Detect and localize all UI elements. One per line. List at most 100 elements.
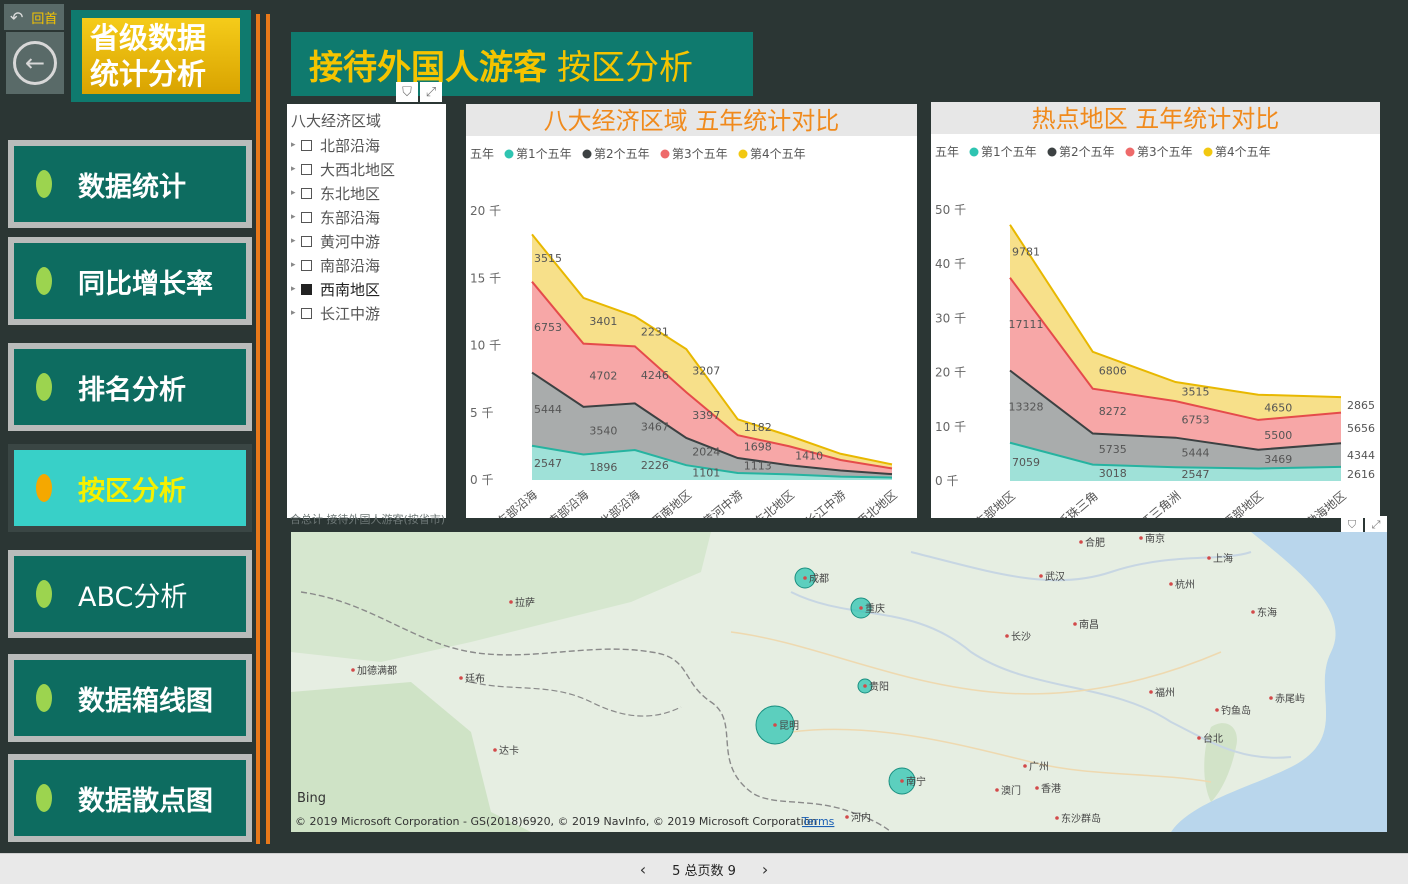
legend-marker xyxy=(504,149,514,159)
legend-entry[interactable]: 第1个五年 xyxy=(981,145,1037,159)
city-dot xyxy=(509,600,513,604)
checkbox[interactable] xyxy=(301,187,312,199)
next-page-icon[interactable]: › xyxy=(762,860,768,879)
city-label: 南京 xyxy=(1145,532,1165,545)
report-canvas: { "nav": { "back_label": "回首", "province… xyxy=(0,0,1408,884)
data-label: 9781 xyxy=(1012,245,1040,258)
checkbox[interactable] xyxy=(301,211,312,223)
nav-item-yoy-growth[interactable]: 同比增长率 xyxy=(8,237,252,325)
nav-item-scatter[interactable]: 数据散点图 xyxy=(8,754,252,842)
checkbox[interactable] xyxy=(301,163,312,175)
slicer-item[interactable]: ▸ 西南地区 xyxy=(287,277,446,301)
y-tick-label: 15 千 xyxy=(470,271,501,285)
bubble-map[interactable]: 成都 重庆 贵阳 昆明 南宁 拉萨 加德满都 廷布 达卡 合肥 南京 上海 武汉 杭州 长沙 南昌 福州 广州 澳门… xyxy=(291,532,1387,832)
city-dot xyxy=(1023,764,1027,768)
city-dot xyxy=(493,748,497,752)
slicer-item-label: 东北地区 xyxy=(320,184,381,203)
slicer-item-label: 南部沿海 xyxy=(320,256,381,275)
area-chart-svg[interactable]: 五年 第1个五年 第2个五年 第3个五年 第4个五年 0 千 10 千 20 千 30 千 40 … xyxy=(931,134,1380,518)
legend-entry[interactable]: 第3个五年 xyxy=(1137,145,1193,159)
expand-caret-icon[interactable]: ▸ xyxy=(291,212,301,222)
checkbox[interactable] xyxy=(301,283,312,295)
city-dot xyxy=(1169,582,1173,586)
legend-marker xyxy=(738,149,748,159)
chart-title: 热点地区 五年统计对比 xyxy=(931,102,1380,134)
data-label: 2547 xyxy=(1182,468,1210,481)
legend-entry[interactable]: 第1个五年 xyxy=(516,147,572,161)
slicer-item[interactable]: ▸ 南部沿海 xyxy=(287,253,446,277)
slicer-item[interactable]: ▸ 东北地区 xyxy=(287,181,446,205)
expand-caret-icon[interactable]: ▸ xyxy=(291,284,301,294)
focus-mode-icon[interactable]: ⤢ xyxy=(420,82,442,102)
back-home-label: 回首 xyxy=(31,11,58,27)
expand-caret-icon[interactable]: ▸ xyxy=(291,308,301,318)
x-tick-label: 长江中游 xyxy=(802,487,848,518)
slicer-item[interactable]: ▸ 黄河中游 xyxy=(287,229,446,253)
checkbox[interactable] xyxy=(301,307,312,319)
city-dot xyxy=(845,815,849,819)
data-label: 3515 xyxy=(534,252,562,265)
legend-marker xyxy=(1047,147,1057,157)
region-slicer: 八大经济区域 ▸ 北部沿海 ▸ 大西北地区 ▸ 东北地区 ▸ 东部沿海 ▸ 黄河中游 ▸ 南部沿海 ▸ 西… xyxy=(287,104,446,518)
checkbox[interactable] xyxy=(301,235,312,247)
checkbox[interactable] xyxy=(301,259,312,271)
data-label: 4344 xyxy=(1347,449,1375,462)
slicer-item[interactable]: ▸ 大西北地区 xyxy=(287,157,446,181)
province-title-tile[interactable]: 省级数据统计分析 xyxy=(71,10,251,102)
city-label: 东沙群岛 xyxy=(1061,812,1101,825)
city-dot xyxy=(900,779,904,783)
nav-item-abc[interactable]: ABC分析 xyxy=(8,550,252,638)
legend-entry[interactable]: 第2个五年 xyxy=(594,147,650,161)
legend-marker xyxy=(1125,147,1135,157)
divider-line xyxy=(256,14,260,844)
nav-item-data-stats[interactable]: 数据统计 xyxy=(8,140,252,228)
slicer-item[interactable]: ▸ 北部沿海 xyxy=(287,133,446,157)
area-chart-svg[interactable]: 五年 第1个五年 第2个五年 第3个五年 第4个五年 0 千 5 千 10 千 15 千 20 千… xyxy=(466,136,917,518)
nav-item-ranking[interactable]: 排名分析 xyxy=(8,343,252,431)
legend-entry[interactable]: 第4个五年 xyxy=(750,147,806,161)
city-dot xyxy=(1251,610,1255,614)
city-label: 武汉 xyxy=(1045,570,1065,583)
city-dot xyxy=(1139,536,1143,540)
data-label: 6753 xyxy=(1182,413,1210,426)
expand-caret-icon[interactable]: ▸ xyxy=(291,140,301,150)
back-button[interactable]: ← xyxy=(6,32,64,94)
slicer-item[interactable]: ▸ 长江中游 xyxy=(287,301,446,325)
slicer-item[interactable]: ▸ 东部沿海 xyxy=(287,205,446,229)
x-tick-label: 东部沿海 xyxy=(494,487,540,518)
city-dot xyxy=(459,676,463,680)
y-tick-label: 10 千 xyxy=(470,339,501,353)
city-dot xyxy=(1207,556,1211,560)
y-tick-label: 20 千 xyxy=(935,366,966,380)
data-label: 1698 xyxy=(744,441,772,454)
page-title-sub: 按区分析 xyxy=(557,47,693,88)
nav-item-boxplot[interactable]: 数据箱线图 xyxy=(8,654,252,742)
slicer-title: 八大经济区域 xyxy=(291,112,382,130)
map-svg[interactable]: 成都重庆贵阳昆明南宁 拉萨加德满都廷布达卡 合肥 南京上海武汉杭州长沙 南昌福州广州澳门… xyxy=(291,532,1387,832)
back-home-button[interactable]: ↶ 回首 xyxy=(4,4,64,30)
slicer-item-label: 长江中游 xyxy=(320,304,381,323)
prev-page-icon[interactable]: ‹ xyxy=(640,860,646,879)
expand-caret-icon[interactable]: ▸ xyxy=(291,260,301,270)
legend-entry[interactable]: 第3个五年 xyxy=(672,147,728,161)
expand-caret-icon[interactable]: ▸ xyxy=(291,236,301,246)
slicer-item-label: 北部沿海 xyxy=(320,136,381,155)
data-label: 2616 xyxy=(1347,468,1375,481)
filter-icon[interactable]: ⛉ xyxy=(396,82,418,102)
x-tick-label: 泛珠三角 xyxy=(1055,489,1101,518)
checkbox[interactable] xyxy=(301,139,312,151)
nav-item-by-region[interactable]: 按区分析 xyxy=(8,444,252,532)
city-label: 河内 xyxy=(851,811,871,824)
data-label: 1410 xyxy=(795,450,823,463)
legend-entry[interactable]: 第4个五年 xyxy=(1215,145,1271,159)
arrow-left-icon: ← xyxy=(13,41,57,85)
x-tick-label: 长江三角洲 xyxy=(1128,489,1183,518)
chart-hot-regions: 热点地区 五年统计对比 五年 第1个五年 第2个五年 第3个五年 第4个五年 0 千 10 … xyxy=(931,102,1380,518)
data-label: 5444 xyxy=(1182,446,1210,459)
expand-caret-icon[interactable]: ▸ xyxy=(291,188,301,198)
expand-caret-icon[interactable]: ▸ xyxy=(291,164,301,174)
city-dot xyxy=(1073,622,1077,626)
legend-entry[interactable]: 第2个五年 xyxy=(1059,145,1115,159)
data-label: 6806 xyxy=(1099,364,1127,377)
terms-link[interactable]: Terms xyxy=(801,815,835,828)
